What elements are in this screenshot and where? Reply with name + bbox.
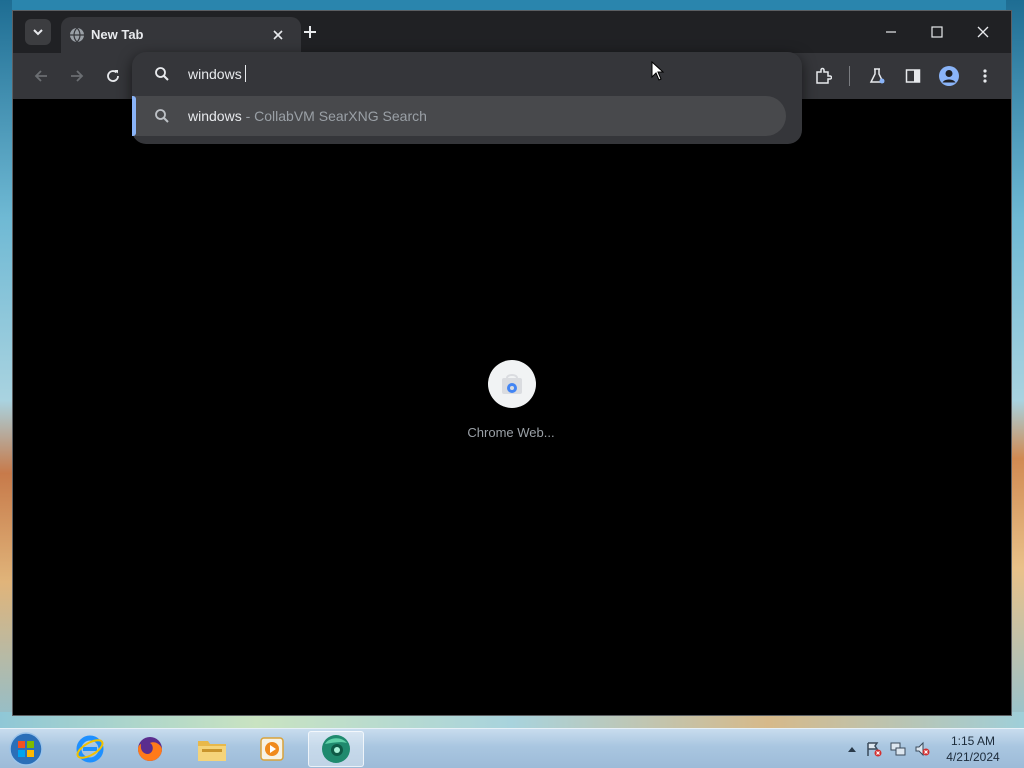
suggestion-separator: - (241, 108, 255, 124)
arrow-right-icon (71, 70, 84, 82)
new-tab-page: Chrome Web... (13, 99, 1011, 715)
new-tab-button[interactable] (299, 21, 321, 43)
taskbar: 1:15 AM 4/21/2024 (0, 728, 1024, 768)
side-panel-icon (905, 69, 921, 83)
globe-icon (70, 27, 84, 43)
taskbar-app-chrome[interactable] (308, 731, 364, 767)
network-tray[interactable] (890, 741, 906, 757)
avatar-icon (939, 66, 959, 86)
omnibox-input[interactable]: windows (188, 65, 246, 82)
omnibox-suggestion[interactable]: windows - CollabVM SearXNG Search (132, 96, 786, 136)
toolbar-divider (849, 66, 850, 86)
wallpaper-left (0, 0, 12, 728)
system-clock[interactable]: 1:15 AM 4/21/2024 (938, 733, 1008, 765)
start-button[interactable] (6, 731, 46, 767)
reload-button[interactable] (101, 64, 125, 88)
maximize-button[interactable] (915, 17, 959, 47)
triangle-up-icon (848, 747, 856, 752)
suggestion-engine: CollabVM SearXNG Search (254, 108, 427, 124)
minimize-button[interactable] (869, 17, 913, 47)
shortcut-label: Chrome Web... (467, 425, 555, 440)
chrome-web-store-icon (502, 374, 522, 394)
network-icon (890, 742, 906, 756)
title-bar: New Tab (13, 11, 1011, 53)
chrome-icon (322, 735, 350, 763)
windows-logo-icon (9, 732, 43, 766)
internet-explorer-icon (76, 735, 104, 763)
suggestion-query: windows (188, 108, 242, 124)
clock-date: 4/21/2024 (946, 750, 1000, 764)
shortcut-chrome-web-store[interactable] (488, 360, 536, 408)
side-panel-button[interactable] (901, 64, 925, 88)
labs-button[interactable] (865, 64, 889, 88)
tab-new-tab[interactable]: New Tab (61, 17, 301, 53)
maximize-icon (931, 26, 943, 38)
plus-icon (304, 26, 316, 38)
taskbar-app-ie[interactable] (62, 731, 118, 767)
extensions-button[interactable] (811, 64, 835, 88)
chevron-down-icon (33, 29, 43, 36)
close-icon (273, 30, 283, 40)
profile-button[interactable] (937, 64, 961, 88)
suggestion-text: windows - CollabVM SearXNG Search (188, 108, 427, 124)
taskbar-app-firefox[interactable] (122, 731, 178, 767)
back-button[interactable] (29, 64, 53, 88)
tab-search-button[interactable] (25, 19, 51, 45)
search-icon (155, 67, 169, 81)
text-caret (244, 65, 246, 82)
close-icon (977, 26, 989, 38)
action-center-tray[interactable] (866, 741, 882, 757)
omnibox-popup: windows windows - CollabVM SearXNG Searc… (132, 52, 802, 144)
media-player-icon (260, 737, 284, 761)
puzzle-icon (816, 67, 832, 84)
omnibox-query: windows (188, 66, 242, 82)
volume-tray[interactable] (914, 741, 930, 757)
suggestion-highlight-bar (132, 96, 136, 136)
flask-icon (869, 68, 885, 84)
firefox-icon (138, 737, 162, 761)
mouse-cursor-icon (651, 61, 665, 81)
menu-button[interactable] (973, 64, 997, 88)
forward-button[interactable] (65, 64, 89, 88)
more-vertical-icon (983, 69, 987, 83)
tab-close-button[interactable] (269, 26, 287, 44)
arrow-left-icon (34, 70, 47, 82)
search-icon (155, 109, 169, 123)
clock-time: 1:15 AM (950, 734, 996, 748)
taskbar-app-explorer[interactable] (184, 731, 240, 767)
close-window-button[interactable] (961, 17, 1005, 47)
tab-title: New Tab (91, 27, 144, 42)
show-hidden-icons-button[interactable] (844, 741, 860, 757)
taskbar-app-media-player[interactable] (244, 731, 300, 767)
flag-warning-icon (867, 742, 882, 757)
volume-muted-icon (915, 741, 930, 757)
minimize-icon (886, 31, 896, 33)
reload-icon (107, 70, 119, 82)
file-explorer-icon (198, 741, 226, 761)
